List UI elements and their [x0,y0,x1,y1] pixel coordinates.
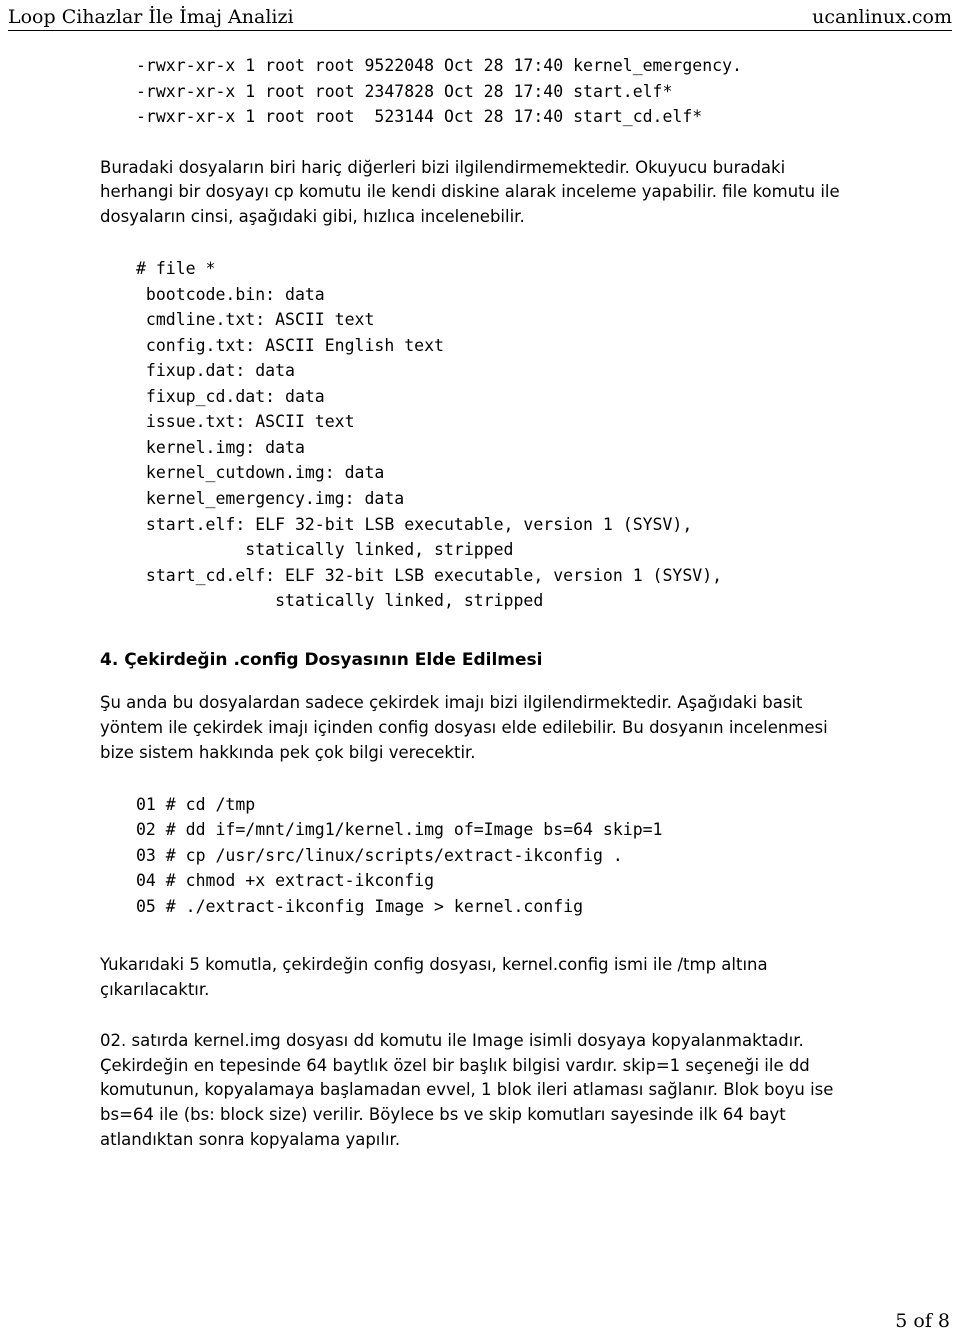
code-listing-ls: -rwxr-xr-x 1 root root 9522048 Oct 28 17… [100,53,860,130]
page-body: -rwxr-xr-x 1 root root 9522048 Oct 28 17… [0,31,960,1153]
code-listing-file: # file * bootcode.bin: data cmdline.txt:… [100,256,860,614]
paragraph: Şu anda bu dosyalardan sadece çekirdek i… [100,691,860,765]
paragraph: Buradaki dosyaların biri hariç diğerleri… [100,156,860,230]
code-listing-extract: 01 # cd /tmp 02 # dd if=/mnt/img1/kernel… [100,792,860,920]
header-right: ucanlinux.com [812,6,952,28]
page-header: Loop Cihazlar İle İmaj Analizi ucanlinux… [0,0,960,30]
section-heading: 4. Çekirdeğin .config Dosyasının Elde Ed… [100,648,860,674]
header-left: Loop Cihazlar İle İmaj Analizi [8,6,294,28]
page: Loop Cihazlar İle İmaj Analizi ucanlinux… [0,0,960,1338]
paragraph: 02. satırda kernel.img dosyası dd komutu… [100,1029,860,1153]
page-number: 5 of 8 [895,1310,950,1332]
paragraph: Yukarıdaki 5 komutla, çekirdeğin config … [100,953,860,1003]
